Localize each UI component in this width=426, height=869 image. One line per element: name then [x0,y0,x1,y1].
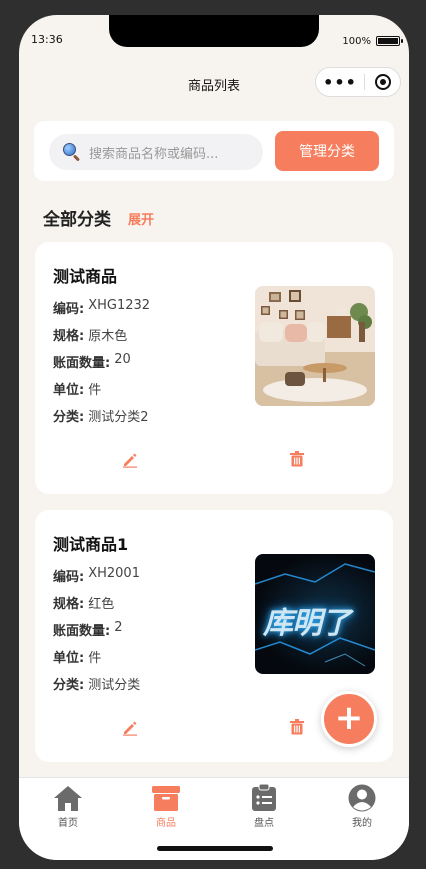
category-label: 分类: [53,678,85,693]
close-target-icon[interactable] [365,74,400,90]
delete-icon[interactable] [290,719,304,735]
image-text: 库明了 [263,606,351,641]
search-placeholder: 搜索商品名称或编码... [89,146,219,162]
spec-label: 规格: [53,597,85,612]
edit-icon[interactable] [122,452,138,468]
product-image[interactable] [255,286,375,406]
expand-category-button[interactable]: 展开 [128,209,154,228]
category-label: 分类: [53,410,85,425]
home-indicator [157,846,273,851]
tab-products[interactable]: 商品 [117,784,215,829]
tab-inventory-label: 盘点 [254,818,274,829]
search-icon [63,143,81,162]
tab-home[interactable]: 首页 [19,784,117,829]
mini-program-capsule: ••• [315,67,401,97]
archive-box-icon [152,786,180,811]
qty-value: 2 [114,620,123,635]
tab-home-label: 首页 [58,818,78,829]
code-label: 编码: [53,570,85,585]
edit-icon[interactable] [122,720,138,736]
battery-percent: 100% [342,36,371,47]
product-name: 测试商品1 [53,535,129,554]
code-label: 编码: [53,302,85,317]
add-product-button[interactable]: + [321,691,377,747]
status-time: 13:36 [31,33,63,46]
tab-profile-label: 我的 [352,818,372,829]
qty-value: 20 [114,352,131,367]
unit-value: 件 [88,383,102,398]
more-menu-icon[interactable]: ••• [316,73,364,92]
manage-category-button[interactable]: 管理分类 [275,131,379,171]
qty-label: 账面数量: [53,624,111,639]
category-title: 全部分类 [43,210,111,230]
battery-icon [376,36,403,46]
spec-label: 规格: [53,329,85,344]
user-circle-icon [348,784,376,812]
product-fields: 编码: XHG1232 规格: 原木色 账面数量: 20 单位: 件 分类: 测试分类2 [53,298,150,433]
clipboard-list-icon [252,784,276,811]
product-image[interactable]: 库明了 [255,554,375,674]
product-card[interactable]: 测试商品 编码: XHG1232 规格: 原木色 账面数量: 20 单位: 件 分类: 测… [35,242,393,494]
unit-label: 单位: [53,651,85,666]
search-input[interactable]: 搜索商品名称或编码... [49,134,263,170]
tab-profile[interactable]: 我的 [313,784,409,829]
product-fields: 编码: XH2001 规格: 红色 账面数量: 2 单位: 件 分类: 测试分类 [53,566,140,701]
product-name: 测试商品 [53,267,118,286]
phone-screen: 13:36 100% 商品列表 ••• 搜索商品名称或编码... 管理分类 全部… [19,15,409,860]
unit-label: 单位: [53,383,85,398]
code-value: XH2001 [88,566,140,581]
qty-label: 账面数量: [53,356,111,371]
spec-value: 原木色 [88,329,128,344]
tab-products-label: 商品 [156,818,176,829]
unit-value: 件 [88,651,102,666]
spec-value: 红色 [88,597,115,612]
search-card: 搜索商品名称或编码... 管理分类 [34,121,394,181]
code-value: XHG1232 [88,298,151,313]
category-value: 测试分类2 [88,410,149,425]
notch [109,15,319,47]
tab-inventory-check[interactable]: 盘点 [215,784,313,829]
delete-icon[interactable] [290,451,304,467]
category-value: 测试分类 [88,678,141,693]
home-icon [54,786,82,811]
plus-icon: + [334,697,364,738]
